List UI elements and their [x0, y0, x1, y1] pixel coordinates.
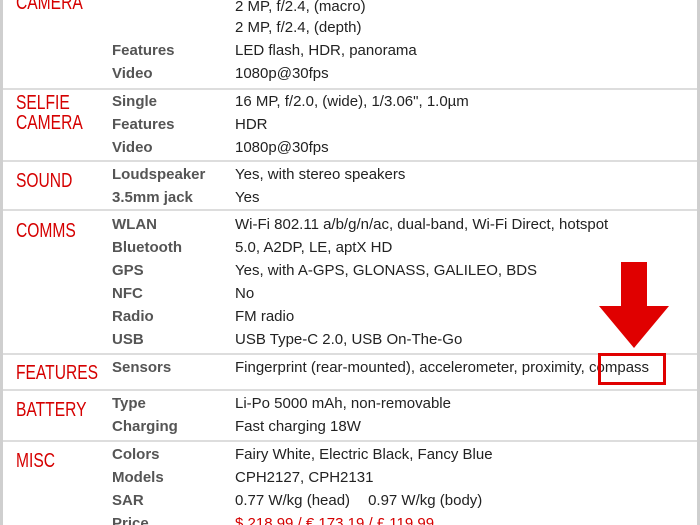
- section-divider: [3, 353, 697, 355]
- spec-value: 2 MP, f/2.4, (depth): [235, 19, 362, 36]
- spec-label: Sensors: [112, 359, 172, 376]
- spec-sheet: CAMERA 2 MP, f/2.4, (macro) 2 MP, f/2.4,…: [0, 0, 700, 525]
- spec-label: 3.5mm jack: [112, 189, 193, 206]
- spec-value: Yes: [235, 189, 260, 206]
- category-camera: CAMERA: [16, 0, 83, 14]
- spec-value: 1080p@30fps: [235, 65, 329, 82]
- spec-label: GPS: [112, 262, 144, 279]
- section-divider: [3, 160, 697, 162]
- spec-label: Video: [112, 139, 153, 156]
- spec-value: Li-Po 5000 mAh, non-removable: [235, 395, 451, 412]
- spec-label: Type: [112, 395, 146, 412]
- spec-label: NFC: [112, 285, 143, 302]
- spec-label: Single: [112, 93, 158, 110]
- spec-value-price: $ 218.99 / € 173.19 / £ 119.99: [235, 515, 435, 525]
- page-border-left: [0, 0, 3, 525]
- spec-value: CPH2127, CPH2131: [235, 469, 374, 486]
- spec-value: Fast charging 18W: [235, 418, 361, 435]
- spec-value: 2 MP, f/2.4, (macro): [235, 0, 366, 15]
- category-sound: SOUND: [16, 170, 73, 192]
- spec-value: FM radio: [235, 308, 295, 325]
- spec-label: SAR: [112, 492, 144, 509]
- down-arrow-icon: [599, 262, 669, 348]
- category-selfie-camera: SELFIE CAMERA: [16, 92, 83, 134]
- spec-label: Models: [112, 469, 164, 486]
- spec-label: Features: [112, 42, 175, 59]
- section-divider: [3, 389, 697, 391]
- spec-label: Colors: [112, 446, 160, 463]
- spec-label: USB: [112, 331, 144, 348]
- spec-value: No: [235, 285, 255, 302]
- spec-value: Wi-Fi 802.11 a/b/g/n/ac, dual-band, Wi-F…: [235, 216, 609, 233]
- spec-label: Charging: [112, 418, 178, 435]
- spec-value: Yes, with stereo speakers: [235, 166, 406, 183]
- spec-value: 1080p@30fps: [235, 139, 329, 156]
- spec-label: WLAN: [112, 216, 157, 233]
- section-divider: [3, 209, 697, 211]
- spec-value: USB Type-C 2.0, USB On-The-Go: [235, 331, 463, 348]
- spec-label: Radio: [112, 308, 154, 325]
- category-misc: MISC: [16, 450, 55, 472]
- spec-value: 16 MP, f/2.0, (wide), 1/3.06", 1.0µm: [235, 93, 469, 110]
- spec-value-sar: 0.77 W/kg (head) 0.97 W/kg (body): [235, 492, 483, 509]
- spec-value: 5.0, A2DP, LE, aptX HD: [235, 239, 393, 256]
- spec-value: Yes, with A-GPS, GLONASS, GALILEO, BDS: [235, 262, 538, 279]
- spec-value: Fairy White, Electric Black, Fancy Blue: [235, 446, 493, 463]
- section-divider: [3, 440, 697, 442]
- category-features: FEATURES: [16, 362, 99, 384]
- spec-label: Price: [112, 515, 149, 525]
- spec-label: Bluetooth: [112, 239, 182, 256]
- spec-label: Loudspeaker: [112, 166, 206, 183]
- spec-label: Features: [112, 116, 175, 133]
- spec-value: HDR: [235, 116, 268, 133]
- spec-value: LED flash, HDR, panorama: [235, 42, 417, 59]
- category-comms: COMMS: [16, 220, 76, 242]
- category-battery: BATTERY: [16, 399, 87, 421]
- highlight-box: [598, 353, 666, 385]
- section-divider: [3, 88, 697, 90]
- spec-value-sensors: Fingerprint (rear-mounted), acceleromete…: [235, 359, 650, 376]
- spec-label: Video: [112, 65, 153, 82]
